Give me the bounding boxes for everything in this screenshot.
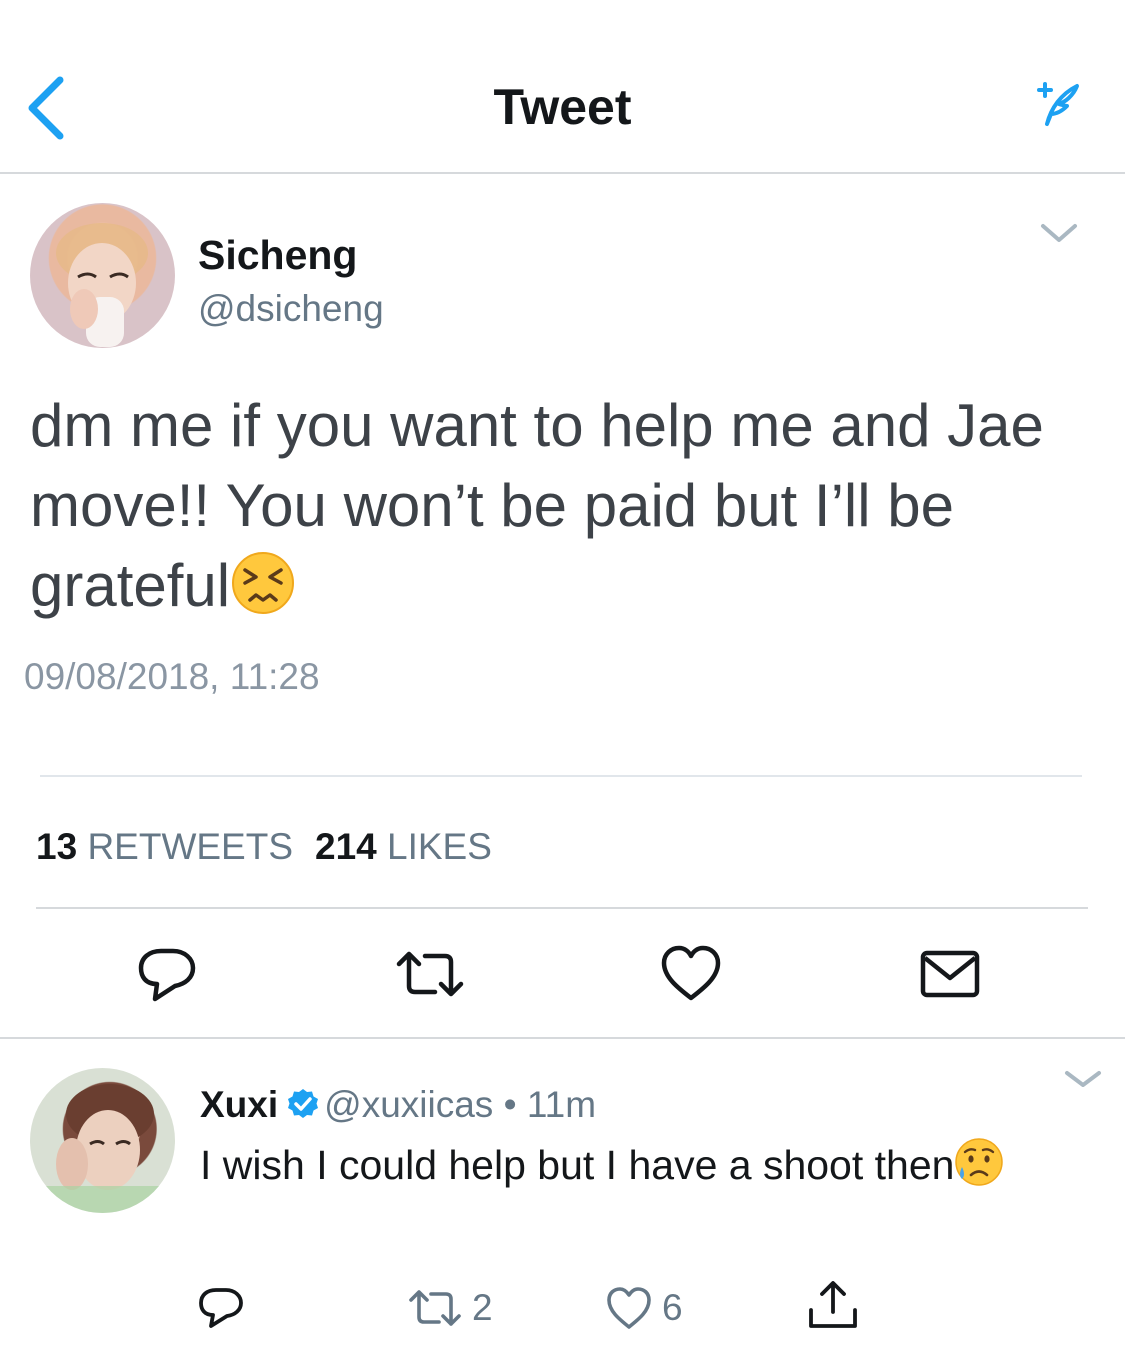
reply-header: Xuxi @xuxiicas • 11m (200, 1084, 596, 1130)
chevron-down-icon (1041, 224, 1077, 242)
tweet-timestamp: 09/08/2018, 11:28 (24, 656, 320, 697)
avatar-photo (56, 223, 148, 347)
tweet-text: dm me if you want to help me and Jae mov… (30, 392, 1044, 619)
retweet-button[interactable] (395, 950, 465, 1003)
reply-like-button[interactable]: 6 (606, 1283, 683, 1333)
compose-tweet-icon (1037, 82, 1079, 126)
likes-label: LIKES (387, 826, 492, 867)
reply-author-name[interactable]: Xuxi (200, 1084, 278, 1125)
chevron-down-icon (1065, 1071, 1101, 1087)
page-title: Tweet (493, 79, 632, 135)
likes-stat[interactable]: 214 LIKES (315, 826, 492, 867)
retweet-icon (409, 1290, 461, 1326)
sad-but-relieved-face-icon (954, 1137, 1004, 1199)
avatar[interactable] (30, 203, 175, 348)
author-name[interactable]: Sicheng (198, 232, 357, 279)
engagement-stats: 13 RETWEETS 214 LIKES (36, 826, 492, 868)
reply-avatar[interactable] (30, 1068, 175, 1213)
reply-time: 11m (526, 1084, 597, 1125)
reply-options-button[interactable] (1063, 1068, 1103, 1090)
likes-count: 214 (315, 826, 377, 867)
reply-like-count: 6 (662, 1287, 683, 1328)
reply-icon (138, 948, 196, 1002)
avatar-photo (30, 1084, 175, 1213)
tweet-body: dm me if you want to help me and Jae mov… (30, 386, 1100, 636)
reply-reply-button[interactable] (198, 1283, 244, 1333)
like-button[interactable] (660, 944, 722, 1007)
divider (40, 775, 1082, 777)
divider (0, 1037, 1125, 1039)
direct-message-button[interactable] (920, 950, 980, 1003)
retweet-icon (396, 951, 464, 997)
retweets-count: 13 (36, 826, 78, 867)
reply-retweet-button[interactable]: 2 (408, 1283, 493, 1333)
top-bar: Tweet (0, 0, 1125, 174)
persevering-face-icon (230, 550, 296, 636)
separator-dot: • (503, 1084, 517, 1125)
retweets-stat[interactable]: 13 RETWEETS (36, 826, 293, 867)
share-icon (809, 1281, 857, 1328)
reply-share-button[interactable] (806, 1280, 860, 1330)
reply-text: I wish I could help but I have a shoot t… (200, 1142, 955, 1188)
divider (36, 907, 1088, 909)
verified-badge-icon (286, 1087, 320, 1130)
reply-icon (199, 1288, 243, 1328)
compose-button[interactable] (1025, 78, 1081, 128)
reply-author-handle[interactable]: @xuxiicas (324, 1084, 493, 1125)
retweets-label: RETWEETS (87, 826, 293, 867)
reply-retweet-count: 2 (472, 1287, 493, 1328)
like-icon (607, 1287, 651, 1329)
reply-button[interactable] (137, 946, 197, 1009)
like-icon (661, 945, 721, 1001)
direct-message-icon (920, 950, 980, 998)
reply-body: I wish I could help but I have a shoot t… (200, 1137, 1080, 1199)
author-handle[interactable]: @dsicheng (198, 288, 384, 330)
tweet-options-button[interactable] (1039, 220, 1079, 246)
